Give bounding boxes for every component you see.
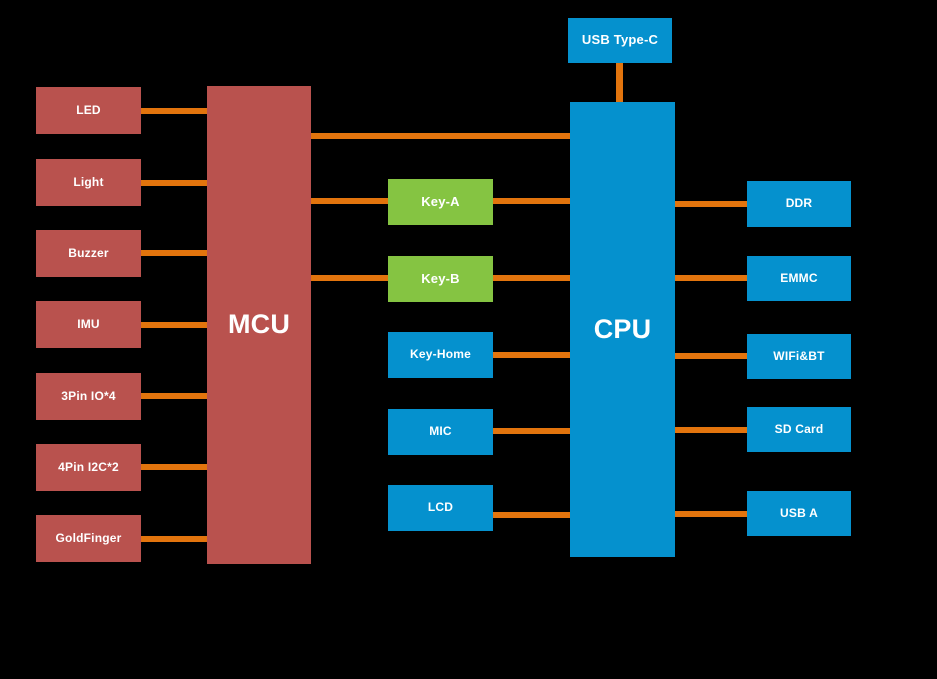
block-key-b[interactable]: Key-B <box>388 256 493 302</box>
block-usb-type-c-label: USB Type-C <box>581 32 659 48</box>
block-cpu[interactable]: CPU <box>570 102 675 557</box>
wire-cpu-to-sd-card <box>674 427 749 433</box>
block-light-label: Light <box>73 174 104 189</box>
block-mcu[interactable]: MCU <box>207 86 311 564</box>
block-goldfinger-label: GoldFinger <box>55 530 122 545</box>
block-lcd-label: LCD <box>427 500 454 515</box>
wire-cpu-to-emmc <box>674 275 749 281</box>
block-key-a-label: Key-A <box>421 193 460 209</box>
block-diagram-canvas: MCU CPU USB Type-C LED Light Buzzer IMU … <box>0 0 937 679</box>
block-ddr[interactable]: DDR <box>747 181 851 227</box>
wire-cpu-to-usb-a <box>674 511 749 517</box>
wire-buzzer-to-mcu <box>141 250 208 256</box>
wire-3pin-io-to-mcu <box>141 393 208 399</box>
block-led[interactable]: LED <box>36 87 141 134</box>
block-4pin-i2c[interactable]: 4Pin I2C*2 <box>36 444 141 491</box>
wire-lcd-to-cpu <box>492 512 572 518</box>
block-buzzer[interactable]: Buzzer <box>36 230 141 277</box>
block-light[interactable]: Light <box>36 159 141 206</box>
block-mic[interactable]: MIC <box>388 409 493 455</box>
wire-led-to-mcu <box>141 108 208 114</box>
wire-mic-to-cpu <box>492 428 572 434</box>
wire-cpu-to-wifi-bt <box>674 353 749 359</box>
block-imu[interactable]: IMU <box>36 301 141 348</box>
block-3pin-io-label: 3Pin IO*4 <box>61 388 116 403</box>
block-mcu-label: MCU <box>227 309 291 340</box>
block-lcd[interactable]: LCD <box>388 485 493 531</box>
block-goldfinger[interactable]: GoldFinger <box>36 515 141 562</box>
block-emmc[interactable]: EMMC <box>747 256 851 301</box>
block-usb-type-c[interactable]: USB Type-C <box>568 18 672 63</box>
wire-key-a-to-cpu <box>492 198 572 204</box>
block-sd-card-label: SD Card <box>774 421 824 436</box>
block-key-home[interactable]: Key-Home <box>388 332 493 378</box>
wire-usb-type-c-to-cpu <box>616 62 623 106</box>
block-usb-a-label: USB A <box>780 505 818 520</box>
block-key-b-label: Key-B <box>421 270 460 286</box>
block-imu-label: IMU <box>77 316 100 331</box>
wire-mcu-to-key-a <box>310 198 390 204</box>
wire-imu-to-mcu <box>141 322 208 328</box>
block-usb-a[interactable]: USB A <box>747 491 851 536</box>
block-wifi-bt-label: WIFi&BT <box>773 348 825 363</box>
block-sd-card[interactable]: SD Card <box>747 407 851 452</box>
block-4pin-i2c-label: 4Pin I2C*2 <box>58 459 119 474</box>
block-key-home-label: Key-Home <box>410 347 471 362</box>
block-emmc-label: EMMC <box>780 270 818 285</box>
wire-mcu-to-cpu-bus <box>310 133 572 139</box>
block-ddr-label: DDR <box>785 196 813 211</box>
block-wifi-bt[interactable]: WIFi&BT <box>747 334 851 379</box>
wire-4pin-i2c-to-mcu <box>141 464 208 470</box>
block-key-a[interactable]: Key-A <box>388 179 493 225</box>
block-cpu-label: CPU <box>593 313 652 344</box>
block-mic-label: MIC <box>429 424 452 439</box>
wire-key-home-to-cpu <box>492 352 572 358</box>
block-buzzer-label: Buzzer <box>68 245 109 260</box>
wire-key-b-to-cpu <box>492 275 572 281</box>
wire-cpu-to-ddr <box>674 201 749 207</box>
wire-light-to-mcu <box>141 180 208 186</box>
wire-goldfinger-to-mcu <box>141 536 208 542</box>
block-led-label: LED <box>76 102 101 117</box>
block-3pin-io[interactable]: 3Pin IO*4 <box>36 373 141 420</box>
wire-mcu-to-key-b <box>310 275 390 281</box>
